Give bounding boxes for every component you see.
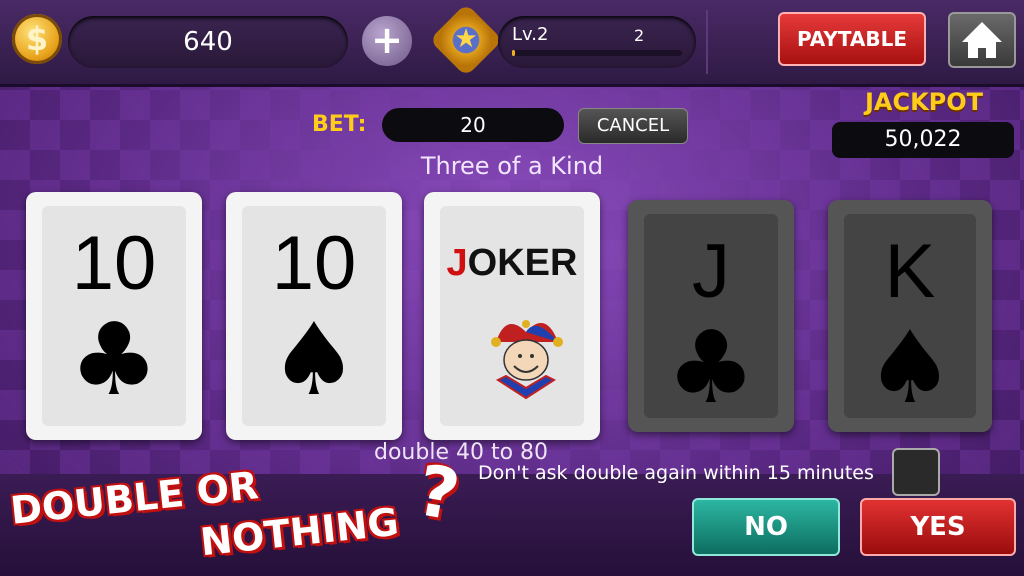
jester-icon [491, 320, 563, 400]
level-panel: Lv.2 2 [498, 16, 696, 68]
joker-label: JOKER [446, 242, 578, 284]
paytable-button[interactable]: PAYTABLE [778, 12, 926, 66]
dont-ask-checkbox[interactable] [892, 448, 940, 496]
level-label: Lv.2 [512, 24, 549, 45]
home-icon [962, 22, 1002, 58]
card-face: JOKER [440, 206, 584, 426]
divider [706, 10, 708, 74]
card-rank: J [692, 229, 730, 314]
club-icon: ♣ [666, 309, 756, 426]
yes-button[interactable]: YES [860, 498, 1016, 556]
bet-label: BET: [312, 112, 367, 137]
cancel-button[interactable]: CANCEL [578, 108, 688, 144]
no-button[interactable]: NO [692, 498, 840, 556]
level-progress-bar [512, 50, 682, 56]
spade-icon: ♠ [865, 309, 955, 426]
card-face: J ♣ [644, 214, 778, 418]
card-3-joker[interactable]: JOKER [424, 192, 600, 440]
card-rank: 10 [71, 221, 157, 306]
card-2[interactable]: 10 ♠ [226, 192, 402, 440]
card-5[interactable]: K ♠ [828, 200, 992, 432]
jackpot-label: JACKPOT [864, 88, 984, 116]
top-bar: $ 640 + ★ Lv.2 2 PAYTABLE [0, 0, 1024, 87]
card-rank: 10 [271, 221, 357, 306]
add-coins-button[interactable]: + [362, 16, 412, 66]
coin-balance: 640 [68, 16, 348, 68]
spade-icon: ♠ [269, 301, 359, 418]
card-face: 10 ♣ [42, 206, 186, 426]
star-icon: ★ [454, 24, 478, 54]
coin-icon: $ [12, 14, 62, 64]
level-progress-fill [512, 50, 516, 56]
level-value: 2 [634, 26, 645, 45]
card-4[interactable]: J ♣ [628, 200, 794, 432]
home-button[interactable] [948, 12, 1016, 68]
card-face: K ♠ [844, 214, 976, 418]
card-1[interactable]: 10 ♣ [26, 192, 202, 440]
dont-ask-label: Don't ask double again within 15 minutes [478, 462, 874, 484]
card-rank: K [884, 229, 936, 314]
hand-result: Three of a Kind [420, 152, 604, 180]
card-face: 10 ♠ [242, 206, 386, 426]
bet-amount: 20 [382, 108, 564, 142]
club-icon: ♣ [69, 301, 159, 418]
